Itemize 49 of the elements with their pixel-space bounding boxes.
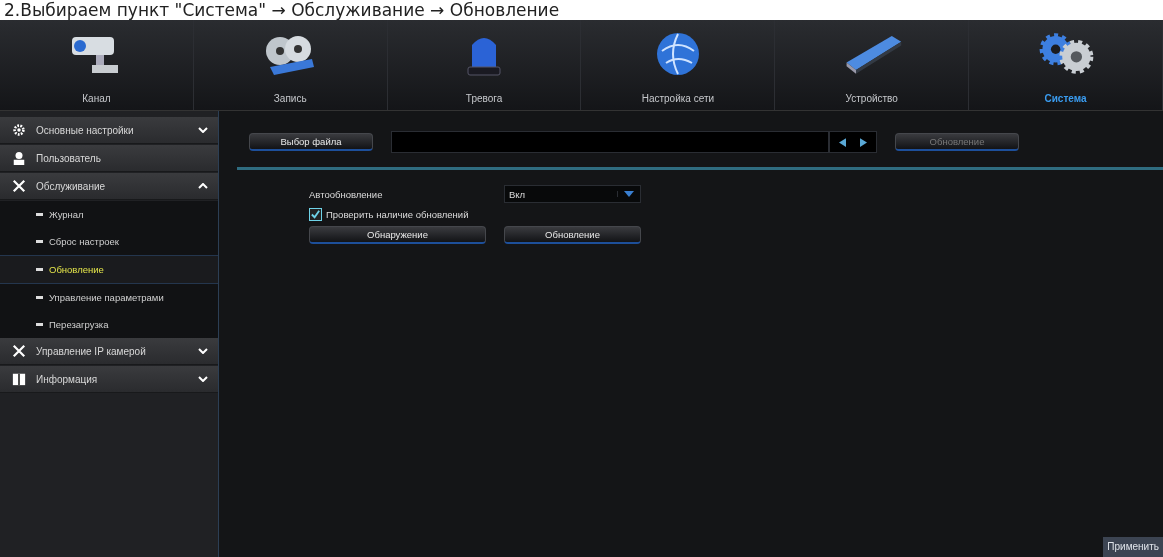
sidebar-group[interactable]: Пользователь	[0, 145, 218, 172]
menu-tab[interactable]: Система	[969, 20, 1163, 110]
subitem-label: Сброс настроек	[49, 236, 119, 247]
book-icon	[12, 372, 26, 386]
menu-tab[interactable]: Настройка сети	[581, 20, 776, 110]
sidebar-subitem[interactable]: Обновление	[0, 255, 218, 284]
sidebar-subitem[interactable]: Сброс настроек	[0, 228, 218, 255]
document-caption: 2.Выбираем пункт "Система" → Обслуживание → Обновление	[3, 0, 560, 20]
right-arrow-icon	[860, 137, 867, 147]
arrow-buttons[interactable]	[829, 131, 877, 153]
auto-update-select[interactable]: Вкл	[504, 185, 641, 203]
choose-file-button[interactable]: Выбор файла	[249, 133, 373, 151]
group-label: Управление IP камерой	[36, 345, 147, 357]
tools-icon	[12, 344, 26, 358]
apply-button[interactable]: Применить	[1103, 537, 1163, 557]
group-label: Основные настройки	[36, 124, 135, 136]
group-label: Обслуживание	[36, 180, 107, 192]
tools-icon	[12, 179, 26, 193]
sidebar-group[interactable]: Управление IP камерой	[0, 338, 218, 365]
check-updates-label: Проверить наличие обновлений	[326, 208, 469, 220]
sidebar-subitem[interactable]: Журнал	[0, 201, 218, 228]
subitem-label: Обновление	[49, 264, 104, 275]
menu-tab[interactable]: Канал	[0, 20, 194, 110]
menu-tab[interactable]: Тревога	[387, 20, 582, 110]
subitem-label: Журнал	[49, 209, 84, 220]
sidebar-subitem[interactable]: Перезагрузка	[0, 311, 218, 338]
gear-icon	[12, 123, 26, 137]
sidebar-subitem[interactable]: Управление параметрами	[0, 284, 218, 311]
dash-icon	[36, 296, 43, 299]
left-arrow-icon	[839, 137, 846, 147]
action-button[interactable]: Обнаружение	[309, 226, 486, 244]
sidebar-group[interactable]: Обслуживание	[0, 173, 218, 200]
group-label: Информация	[36, 373, 99, 385]
user-icon	[12, 151, 26, 165]
dash-icon	[36, 213, 43, 216]
action-button[interactable]: Обновление	[504, 226, 641, 244]
sidebar-group[interactable]: Основные настройки	[0, 117, 218, 144]
menu-tab[interactable]: Устройство	[775, 20, 970, 110]
subitem-label: Перезагрузка	[49, 319, 109, 330]
dash-icon	[36, 240, 43, 243]
checkbox[interactable]	[309, 207, 322, 221]
sidebar-group[interactable]: Информация	[0, 366, 218, 393]
dash-icon	[36, 268, 43, 271]
group-label: Пользователь	[36, 152, 102, 164]
subitem-label: Управление параметрами	[49, 292, 164, 303]
menu-tab[interactable]: Запись	[193, 20, 388, 110]
file-path-field[interactable]	[391, 131, 829, 153]
dash-icon	[36, 323, 43, 326]
auto-update-label: Автообновление	[309, 188, 384, 200]
